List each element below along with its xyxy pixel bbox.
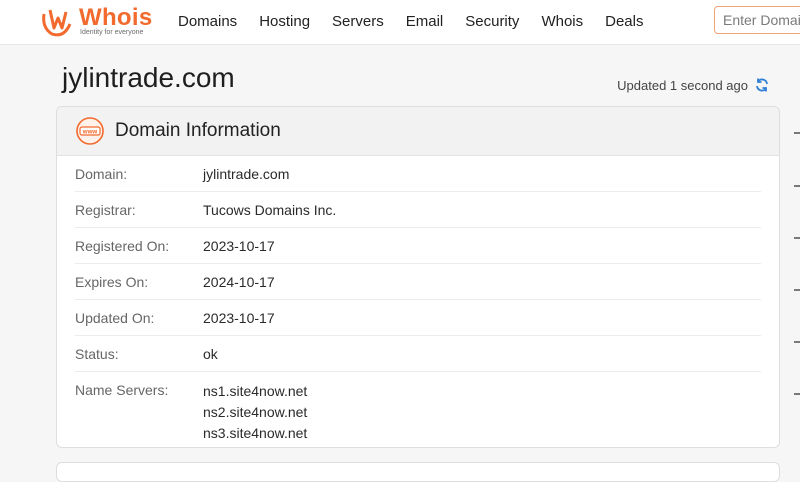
domain-search-input[interactable]	[714, 6, 800, 34]
top-header: Whois Identity for everyone Domains Host…	[0, 0, 800, 45]
nav-security[interactable]: Security	[457, 0, 527, 44]
name-server: ns2.site4now.net	[203, 404, 308, 420]
whois-logo[interactable]: Whois Identity for everyone	[38, 3, 158, 41]
table-row: Registrar: Tucows Domains Inc.	[75, 192, 761, 228]
table-row: Status: ok	[75, 336, 761, 372]
row-value: Tucows Domains Inc.	[203, 202, 337, 218]
row-label: Registered On:	[75, 238, 170, 254]
next-card	[56, 462, 780, 482]
domain-information-card: www Domain Information Domain: jylintrad…	[56, 106, 780, 448]
row-value: 2024-10-17	[203, 274, 275, 290]
page-title: jylintrade.com	[62, 62, 235, 93]
nav-servers[interactable]: Servers	[324, 0, 392, 44]
table-row: Name Servers: ns1.site4now.net ns2.site4…	[75, 372, 761, 447]
logo-text: Whois	[79, 4, 153, 31]
name-server: ns3.site4now.net	[203, 425, 308, 441]
svg-text:www: www	[82, 128, 98, 135]
card-title: Domain Information	[115, 120, 281, 141]
side-panel-edge	[794, 132, 800, 395]
row-value: 2023-10-17	[203, 310, 275, 326]
row-label: Name Servers:	[75, 382, 169, 398]
domain-info-table: Domain: jylintrade.com Registrar: Tucows…	[57, 156, 779, 447]
row-value: jylintrade.com	[203, 166, 290, 182]
nav-whois[interactable]: Whois	[533, 0, 591, 44]
name-server: ns1.site4now.net	[203, 383, 308, 399]
name-servers-list: ns1.site4now.net ns2.site4now.net ns3.si…	[203, 381, 307, 444]
updated-text: Updated 1 second ago	[617, 77, 748, 93]
updated-status: Updated 1 second ago	[617, 77, 770, 93]
row-value: 2023-10-17	[203, 238, 275, 254]
card-header: www Domain Information	[57, 107, 779, 156]
row-label: Expires On:	[75, 274, 149, 290]
logo-mark-icon	[42, 9, 72, 37]
row-label: Domain:	[75, 166, 128, 182]
table-row: Registered On: 2023-10-17	[75, 228, 761, 264]
table-row: Expires On: 2024-10-17	[75, 264, 761, 300]
row-label: Status:	[75, 346, 119, 362]
refresh-icon[interactable]	[754, 77, 770, 93]
nav-hosting[interactable]: Hosting	[251, 0, 318, 44]
nav-domains[interactable]: Domains	[170, 0, 245, 44]
logo-tagline: Identity for everyone	[80, 29, 144, 36]
row-value: ok	[203, 346, 218, 362]
row-label: Updated On:	[75, 310, 155, 326]
nav-email[interactable]: Email	[398, 0, 452, 44]
nav-deals[interactable]: Deals	[597, 0, 651, 44]
table-row: Domain: jylintrade.com	[75, 156, 761, 192]
www-icon: www	[76, 117, 104, 145]
main-nav: Domains Hosting Servers Email Security W…	[170, 0, 657, 44]
table-row: Updated On: 2023-10-17	[75, 300, 761, 336]
row-label: Registrar:	[75, 202, 136, 218]
